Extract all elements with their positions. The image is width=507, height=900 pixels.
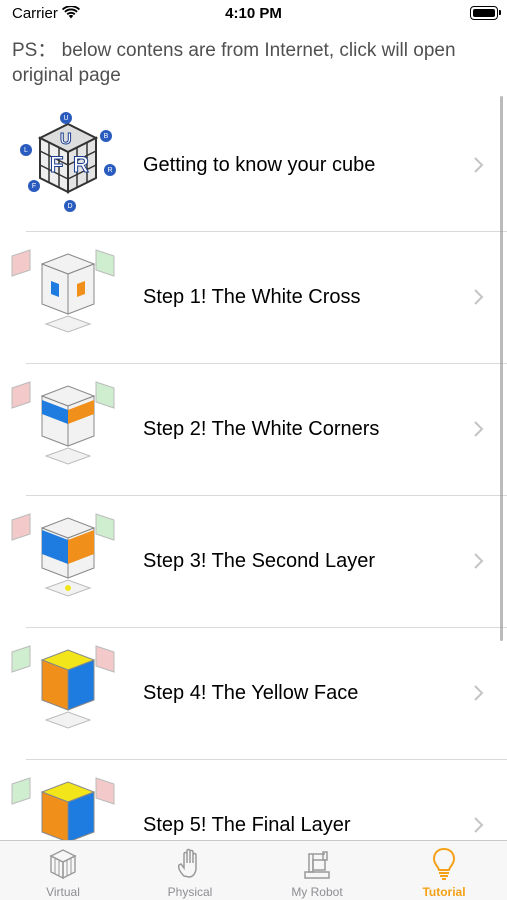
tutorial-row[interactable]: Step 3! The Second Layer (0, 496, 507, 628)
tutorial-row[interactable]: F R U ULB RFD Getting to know your cube (0, 100, 507, 232)
tab-my-robot[interactable]: My Robot (254, 841, 380, 900)
chevron-right-icon (474, 289, 484, 305)
white-corners-icon (11, 381, 115, 465)
chevron-right-icon (474, 685, 484, 701)
tutorial-row[interactable]: Step 2! The White Corners (0, 364, 507, 496)
svg-text:U: U (63, 115, 68, 122)
svg-text:R: R (73, 152, 89, 177)
robot-icon (304, 851, 330, 879)
tutorial-row[interactable]: Step 4! The Yellow Face (0, 628, 507, 760)
tutorial-title: Step 2! The White Corners (143, 418, 380, 440)
tab-virtual[interactable]: Virtual (0, 841, 126, 900)
tab-label: Virtual (46, 885, 80, 899)
svg-text:B: B (104, 133, 109, 140)
scroll-indicator[interactable] (500, 96, 503, 641)
svg-text:L: L (24, 147, 28, 154)
chevron-right-icon (474, 421, 484, 437)
chevron-right-icon (474, 157, 484, 173)
cube-notation-icon: F R U ULB RFD (20, 112, 116, 212)
tab-label: My Robot (291, 885, 343, 899)
second-layer-icon (11, 513, 115, 597)
chevron-right-icon (474, 553, 484, 569)
chevron-right-icon (474, 817, 484, 833)
tutorial-title: Step 5! The Final Layer (143, 814, 351, 836)
tutorial-title: Step 3! The Second Layer (143, 550, 376, 572)
tab-physical[interactable]: Physical (127, 841, 253, 900)
lightbulb-icon (432, 847, 456, 880)
tutorial-title: Step 4! The Yellow Face (143, 682, 359, 704)
tutorial-title: Step 1! The White Cross (143, 286, 361, 308)
tab-label: Tutorial (422, 885, 466, 899)
tab-bar: Virtual Physical My Robot Tutorial (0, 840, 507, 900)
svg-text:U: U (60, 131, 72, 148)
tutorial-title: Getting to know your cube (143, 154, 376, 176)
svg-text:R: R (107, 167, 112, 174)
yellow-face-icon (11, 645, 115, 729)
white-cross-icon (11, 249, 115, 333)
status-bar: Carrier 4:10 PM (0, 0, 507, 28)
tab-tutorial[interactable]: Tutorial (381, 841, 507, 900)
svg-text:F: F (32, 183, 36, 190)
cube-icon (49, 849, 77, 880)
battery-icon (470, 6, 501, 20)
clock: 4:10 PM (225, 5, 282, 22)
hand-icon (178, 848, 197, 878)
tutorial-row[interactable]: Step 1! The White Cross (0, 232, 507, 364)
svg-text:D: D (67, 203, 72, 210)
internet-source-notice: PS： below contens are from Internet, cli… (12, 40, 456, 86)
tutorial-list: F R U ULB RFD Getting to know your cube (0, 100, 507, 892)
svg-text:F: F (50, 152, 63, 177)
tab-label: Physical (167, 885, 213, 899)
